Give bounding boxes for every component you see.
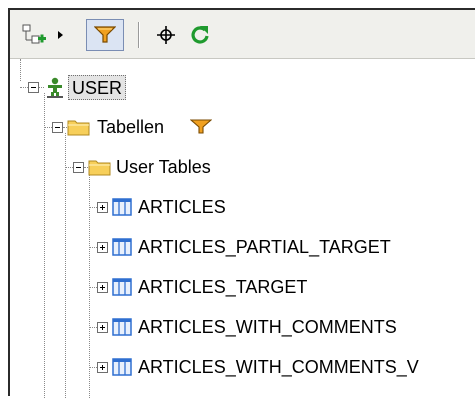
tree-line [20, 87, 28, 88]
table-icon [112, 198, 132, 216]
table-icon [112, 278, 132, 296]
expand-toggle-table[interactable] [97, 362, 108, 373]
table-icon [112, 238, 132, 256]
tree-line [65, 133, 66, 398]
user-schema-icon [47, 77, 63, 98]
tree-node-table[interactable]: ARTICLES_TARGET [138, 276, 307, 298]
refresh-button[interactable] [186, 21, 214, 49]
table-icon [112, 318, 132, 336]
tree-node-user-tables[interactable]: User Tables [116, 156, 211, 178]
refresh-icon [191, 26, 209, 44]
toolbar-separator [138, 22, 140, 48]
schema-tree: USER Tabellen User Tables ARTICLES ARTIC… [10, 59, 475, 398]
expand-toggle-table[interactable] [97, 202, 108, 213]
tree-node-table[interactable]: ARTICLES [138, 196, 226, 218]
tree-node-table[interactable]: ARTICLES_WITH_COMMENTS_V [138, 356, 419, 378]
add-node-button[interactable] [18, 21, 52, 49]
filter-icon [94, 26, 116, 43]
expand-toggle-table[interactable] [97, 242, 108, 253]
database-browser-panel: USER Tabellen User Tables ARTICLES ARTIC… [8, 8, 475, 398]
tree-line [44, 93, 45, 398]
tree-line [44, 127, 52, 128]
add-node-dropdown[interactable] [54, 25, 68, 45]
collapse-toggle-user-tables[interactable] [73, 162, 84, 173]
collapse-toggle-user[interactable] [28, 82, 39, 93]
tree-node-table[interactable]: ARTICLES_WITH_COMMENTS [138, 316, 397, 338]
tree-line [65, 167, 73, 168]
expand-toggle-table[interactable] [97, 282, 108, 293]
tree-node-user[interactable]: USER [68, 75, 127, 100]
tree-line [89, 367, 97, 368]
tree-line [89, 207, 97, 208]
tree-line [89, 327, 97, 328]
tree-line [20, 59, 21, 81]
folder-icon [67, 120, 90, 136]
collapse-toggle-tabellen[interactable] [52, 122, 63, 133]
filter-button[interactable] [86, 19, 124, 51]
tree-line [89, 247, 97, 248]
tree-node-tabellen[interactable]: Tabellen [97, 116, 164, 138]
table-icon [112, 358, 132, 376]
crosshair-icon [157, 26, 175, 44]
expand-toggle-table[interactable] [97, 322, 108, 333]
filter-icon [190, 119, 212, 134]
locate-button[interactable] [152, 21, 180, 49]
chevron-right-icon [58, 31, 63, 39]
toolbar [10, 10, 475, 59]
add-node-icon [22, 24, 46, 44]
tree-node-table[interactable]: ARTICLES_PARTIAL_TARGET [138, 236, 391, 258]
tree-line [89, 287, 97, 288]
folder-icon [88, 160, 111, 176]
tree-line [39, 87, 44, 88]
